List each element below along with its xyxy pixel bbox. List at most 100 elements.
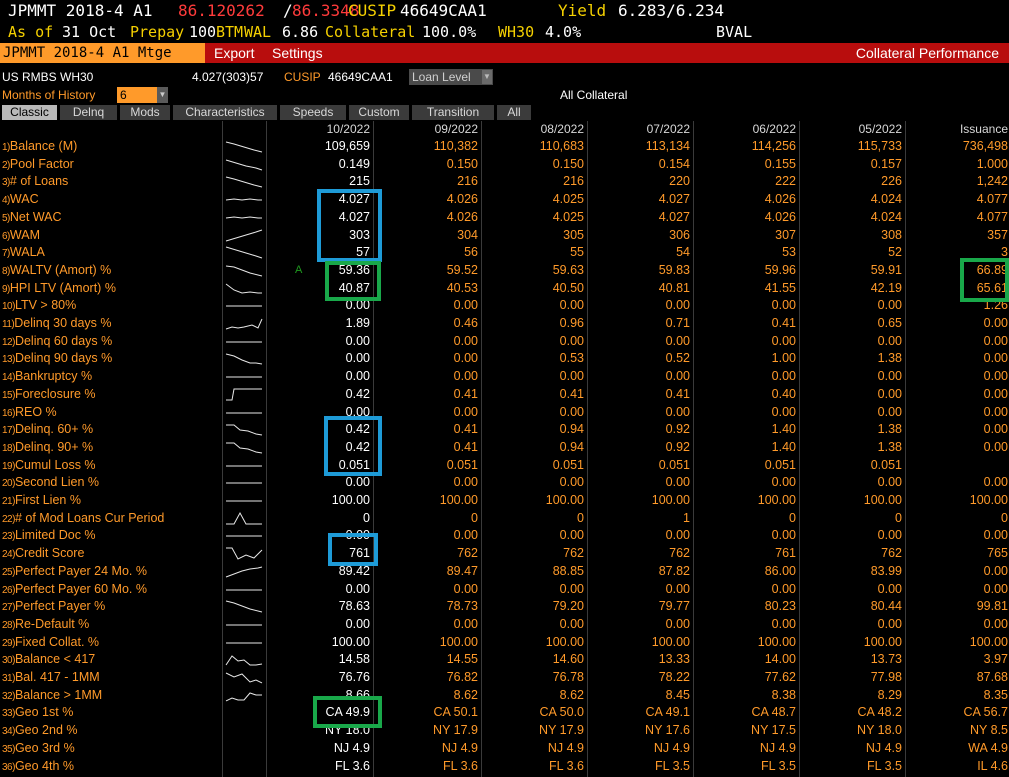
row-label[interactable]: 11)Delinq 30 days % <box>2 315 112 333</box>
row-label[interactable]: 23)Limited Doc % <box>2 527 96 545</box>
row-label[interactable]: 14)Bankruptcy % <box>2 368 92 386</box>
table-row[interactable]: 3)# of Loans 215 216 216 220 222 226 1,242 <box>0 173 1009 191</box>
chevron-down-icon[interactable]: ▼ <box>157 87 168 103</box>
row-label[interactable]: 20)Second Lien % <box>2 474 99 492</box>
row-label[interactable]: 24)Credit Score <box>2 545 84 563</box>
row-label[interactable]: 4)WAC <box>2 191 39 209</box>
table-row[interactable]: 23)Limited Doc % 0.00 0.00 0.00 0.00 0.00 0.00… <box>0 527 1009 545</box>
table-cell: 8.29 <box>877 687 902 702</box>
collateral-label: Collateral <box>325 23 416 41</box>
tab-custom[interactable]: Custom <box>349 105 409 120</box>
row-label[interactable]: 32)Balance > 1MM <box>2 687 102 705</box>
tab-delnq[interactable]: Delnq <box>60 105 117 120</box>
row-label[interactable]: 34)Geo 2nd % <box>2 722 78 740</box>
row-label[interactable]: 16)REO % <box>2 404 57 422</box>
table-row[interactable]: 14)Bankruptcy % 0.00 0.00 0.00 0.00 0.00 0.00 0… <box>0 368 1009 386</box>
row-label[interactable]: 8)WALTV (Amort) % <box>2 262 111 280</box>
row-label[interactable]: 1)Balance (M) <box>2 138 77 156</box>
table-row[interactable]: 28)Re-Default % 0.00 0.00 0.00 0.00 0.00 0.00 0… <box>0 616 1009 634</box>
table-row[interactable]: 24)Credit Score 761 762 762 762 761 762 765 <box>0 545 1009 563</box>
table-row[interactable]: 27)Perfect Payer % 78.63 78.73 79.20 79.77 80… <box>0 598 1009 616</box>
table-row[interactable]: 2)Pool Factor 0.149 0.150 0.150 0.154 0.155 0.… <box>0 156 1009 174</box>
table-row[interactable]: 16)REO % 0.00 0.00 0.00 0.00 0.00 0.00 0.00 <box>0 404 1009 422</box>
tab-mods[interactable]: Mods <box>120 105 170 120</box>
table-cell: 13.33 <box>658 652 690 667</box>
row-label[interactable]: 9)HPI LTV (Amort) % <box>2 280 116 298</box>
table-cell: 59.96 <box>764 262 796 277</box>
row-label[interactable]: 12)Delinq 60 days % <box>2 333 112 351</box>
sparkline <box>226 642 262 644</box>
table-row[interactable]: 30)Balance < 417 14.58 14.55 14.60 13.33 14.0… <box>0 651 1009 669</box>
tab-characteristics[interactable]: Characteristics <box>173 105 277 120</box>
row-label[interactable]: 5)Net WAC <box>2 209 62 227</box>
row-label[interactable]: 27)Perfect Payer % <box>2 598 105 616</box>
security-menu[interactable]: JPMMT 2018-4 A1 Mtge <box>0 43 205 63</box>
yield-value: 6.283/6.234 <box>618 1 724 20</box>
table-row[interactable]: 22)# of Mod Loans Cur Period 0 0 0 1 0 0 0 <box>0 510 1009 528</box>
row-label[interactable]: 26)Perfect Payer 60 Mo. % <box>2 581 147 599</box>
table-cell: FL 3.5 <box>867 758 902 773</box>
table-row[interactable]: 8)WALTV (Amort) % A 59.36 59.52 59.63 59.83 59… <box>0 262 1009 280</box>
row-label[interactable]: 13)Delinq 90 days % <box>2 350 112 368</box>
tab-classic[interactable]: Classic <box>2 105 57 120</box>
row-label[interactable]: 22)# of Mod Loans Cur Period <box>2 510 164 528</box>
table-row[interactable]: 7)WALA 57 56 55 54 53 52 3 <box>0 244 1009 262</box>
table-row[interactable]: 12)Delinq 60 days % 0.00 0.00 0.00 0.00 0.00 0… <box>0 333 1009 351</box>
table-row[interactable]: 20)Second Lien % 0.00 0.00 0.00 0.00 0.00 0.00… <box>0 474 1009 492</box>
table-cell: WA 4.9 <box>968 740 1008 755</box>
tab-speeds[interactable]: Speeds <box>280 105 346 120</box>
table-row[interactable]: 32)Balance > 1MM 8.66 8.62 8.62 8.45 8.38 8.29… <box>0 687 1009 705</box>
table-row[interactable]: 18)Delinq. 90+ % 0.42 0.41 0.94 0.92 1.40 1.38… <box>0 439 1009 457</box>
settings-menu[interactable]: Settings <box>272 43 323 63</box>
table-row[interactable]: 34)Geo 2nd % NY 18.0 NY 17.9 NY 17.9 NY 17.6… <box>0 722 1009 740</box>
row-label[interactable]: 29)Fixed Collat. % <box>2 634 99 652</box>
table-row[interactable]: 5)Net WAC 4.027 4.026 4.025 4.027 4.026 4.024 4… <box>0 209 1009 227</box>
table-cell: 226 <box>881 174 902 189</box>
row-label[interactable]: 7)WALA <box>2 244 45 262</box>
row-label[interactable]: 30)Balance < 417 <box>2 651 95 669</box>
table-row[interactable]: 35)Geo 3rd % NJ 4.9 NJ 4.9 NJ 4.9 NJ 4.9 NJ 4… <box>0 740 1009 758</box>
row-label[interactable]: 3)# of Loans <box>2 173 68 191</box>
table-cell: NY 18.0 <box>857 723 902 738</box>
table-row[interactable]: 33)Geo 1st % CA 49.9 CA 50.1 CA 50.0 CA 49.1… <box>0 704 1009 722</box>
row-label[interactable]: 28)Re-Default % <box>2 616 89 634</box>
table-row[interactable]: 26)Perfect Payer 60 Mo. % 0.00 0.00 0.00 0.0… <box>0 581 1009 599</box>
table-row[interactable]: 25)Perfect Payer 24 Mo. % 89.42 89.47 88.85… <box>0 563 1009 581</box>
row-label[interactable]: 15)Foreclosure % <box>2 386 96 404</box>
table-row[interactable]: 19)Cumul Loss % 0.051 0.051 0.051 0.051 0.051… <box>0 457 1009 475</box>
row-label[interactable]: 17)Delinq. 60+ % <box>2 421 93 439</box>
tab-transition[interactable]: Transition <box>412 105 494 120</box>
table-row[interactable]: 31)Bal. 417 - 1MM 76.76 76.82 76.78 78.22 77.… <box>0 669 1009 687</box>
row-label[interactable]: 18)Delinq. 90+ % <box>2 439 93 457</box>
table-row[interactable]: 4)WAC 4.027 4.026 4.025 4.027 4.026 4.024 4.077 <box>0 191 1009 209</box>
months-input[interactable]: 6 <box>117 87 157 103</box>
row-label[interactable]: 25)Perfect Payer 24 Mo. % <box>2 563 147 581</box>
export-menu[interactable]: Export <box>214 43 254 63</box>
row-label[interactable]: 2)Pool Factor <box>2 156 74 174</box>
row-label[interactable]: 19)Cumul Loss % <box>2 457 96 475</box>
table-row[interactable]: 17)Delinq. 60+ % 0.42 0.41 0.94 0.92 1.40 1.38… <box>0 421 1009 439</box>
prepay-label: Prepay <box>130 23 185 41</box>
row-label[interactable]: 31)Bal. 417 - 1MM <box>2 669 100 687</box>
table-row[interactable]: 36)Geo 4th % FL 3.6 FL 3.6 FL 3.6 FL 3.5 FL 3… <box>0 758 1009 776</box>
tab-all[interactable]: All <box>497 105 531 120</box>
row-label[interactable]: 10)LTV > 80% <box>2 297 76 315</box>
row-label[interactable]: 35)Geo 3rd % <box>2 740 75 758</box>
table-row[interactable]: 15)Foreclosure % 0.42 0.41 0.41 0.41 0.40 0.00… <box>0 386 1009 404</box>
table-cell: 59.52 <box>446 262 478 277</box>
table-row[interactable]: 29)Fixed Collat. % 100.00 100.00 100.00 100.… <box>0 634 1009 652</box>
table-row[interactable]: 21)First Lien % 100.00 100.00 100.00 100.00 1… <box>0 492 1009 510</box>
row-label[interactable]: 33)Geo 1st % <box>2 704 73 722</box>
table-row[interactable]: 6)WAM 303 304 305 306 307 308 357 <box>0 227 1009 245</box>
table-row[interactable]: 11)Delinq 30 days % 1.89 0.46 0.96 0.71 0.41 0… <box>0 315 1009 333</box>
row-label[interactable]: 21)First Lien % <box>2 492 81 510</box>
table-row[interactable]: 13)Delinq 90 days % 0.00 0.00 0.53 0.52 1.00 1… <box>0 350 1009 368</box>
table-row[interactable]: 9)HPI LTV (Amort) % 40.87 40.53 40.50 40.81 4… <box>0 280 1009 298</box>
table-row[interactable]: 10)LTV > 80% 0.00 0.00 0.00 0.00 0.00 0.00 1.26 <box>0 297 1009 315</box>
table-cell: 1.000 <box>976 156 1008 171</box>
row-label[interactable]: 36)Geo 4th % <box>2 758 74 776</box>
table-cell: 53 <box>782 245 796 260</box>
table-row[interactable]: 1)Balance (M) 109,659 110,382 110,683 113,13… <box>0 138 1009 156</box>
loan-level-dropdown[interactable]: Loan Level ▼ <box>409 69 493 85</box>
row-label[interactable]: 6)WAM <box>2 227 40 245</box>
